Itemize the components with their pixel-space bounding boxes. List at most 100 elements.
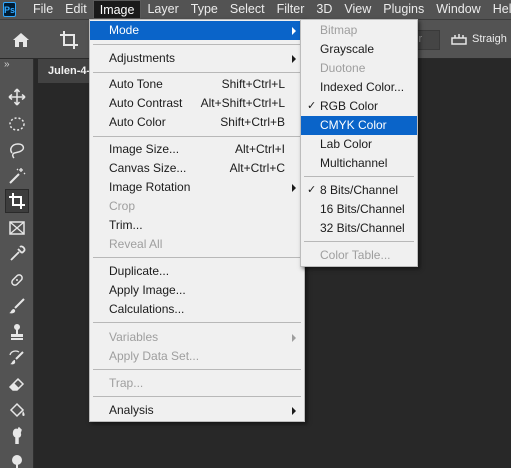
- eyedropper-icon[interactable]: [5, 242, 29, 266]
- magic-wand-icon[interactable]: [5, 164, 29, 188]
- menu-item-label: Crop: [109, 199, 136, 213]
- submenu-arrow-icon: [292, 407, 296, 415]
- checkmark-icon: ✓: [307, 100, 317, 112]
- menu-item-calculations[interactable]: Calculations...: [90, 300, 304, 319]
- menu-item-shortcut: Alt+Ctrl+I: [234, 142, 285, 156]
- menu-item-label: Apply Data Set...: [109, 349, 200, 363]
- menu-item-label: 32 Bits/Channel: [320, 221, 405, 235]
- submenu-arrow-icon: [292, 55, 296, 63]
- crop-tool-icon[interactable]: [5, 189, 29, 213]
- image-menu-dropdown: Mode Adjustments Auto Tone Shift+Ctrl+L …: [89, 19, 305, 422]
- menu-view[interactable]: View: [338, 0, 377, 19]
- menu-item-canvas-size[interactable]: Canvas Size... Alt+Ctrl+C: [90, 159, 304, 178]
- dodge-icon[interactable]: [5, 450, 29, 468]
- menu-item-label: Image Rotation: [109, 180, 191, 194]
- menu-item-label: Multichannel: [320, 156, 388, 170]
- menu-item-label: Adjustments: [109, 51, 176, 65]
- mode-item-grayscale[interactable]: Grayscale: [301, 40, 417, 59]
- brush-icon[interactable]: [5, 294, 29, 318]
- mode-item-multichannel[interactable]: Multichannel: [301, 154, 417, 173]
- mode-item-8-bits[interactable]: ✓ 8 Bits/Channel: [301, 181, 417, 200]
- menu-item-label: Canvas Size...: [109, 161, 187, 175]
- menu-item-shortcut: Alt+Ctrl+C: [229, 161, 285, 175]
- smudge-icon[interactable]: [5, 424, 29, 448]
- move-icon[interactable]: [5, 85, 29, 109]
- submenu-arrow-icon: [292, 334, 296, 342]
- menu-item-image-size[interactable]: Image Size... Alt+Ctrl+I: [90, 140, 304, 159]
- menu-item-label: Reveal All: [109, 237, 163, 251]
- menu-item-label: Auto Tone: [109, 77, 163, 91]
- menu-item-adjustments[interactable]: Adjustments: [90, 49, 304, 68]
- menu-item-shortcut: Shift+Ctrl+B: [220, 115, 285, 129]
- level-icon[interactable]: [450, 31, 468, 49]
- panel-collapse-icon[interactable]: »: [0, 59, 33, 75]
- menu-item-label: 16 Bits/Channel: [320, 202, 405, 216]
- menu-item-label: Calculations...: [109, 302, 185, 316]
- menu-item-label: RGB Color: [320, 99, 379, 113]
- mode-item-lab-color[interactable]: Lab Color: [301, 135, 417, 154]
- menu-item-auto-color[interactable]: Auto Color Shift+Ctrl+B: [90, 113, 304, 132]
- healing-brush-icon[interactable]: [5, 268, 29, 292]
- menu-item-apply-image[interactable]: Apply Image...: [90, 281, 304, 300]
- menu-item-duplicate[interactable]: Duplicate...: [90, 262, 304, 281]
- menu-image[interactable]: Image: [92, 0, 142, 19]
- menu-separator: [93, 257, 301, 258]
- menu-help[interactable]: Help: [487, 0, 511, 19]
- menu-edit[interactable]: Edit: [59, 0, 93, 19]
- menu-item-label: Lab Color: [320, 137, 373, 151]
- menu-window[interactable]: Window: [430, 0, 486, 19]
- straighten-label[interactable]: Straigh: [472, 33, 507, 45]
- mode-item-color-table: Color Table...: [301, 246, 417, 265]
- eraser-icon[interactable]: [5, 372, 29, 396]
- menu-type[interactable]: Type: [185, 0, 224, 19]
- submenu-arrow-icon: [292, 27, 296, 35]
- menu-item-label: CMYK Color: [320, 118, 387, 132]
- menu-separator: [93, 322, 301, 323]
- menu-file[interactable]: File: [27, 0, 59, 19]
- menu-item-image-rotation[interactable]: Image Rotation: [90, 178, 304, 197]
- menu-separator: [93, 44, 301, 45]
- menu-plugins[interactable]: Plugins: [377, 0, 430, 19]
- menu-item-trap: Trap...: [90, 374, 304, 393]
- home-icon[interactable]: [10, 29, 32, 51]
- menu-item-auto-contrast[interactable]: Auto Contrast Alt+Shift+Ctrl+L: [90, 94, 304, 113]
- mode-item-bitmap: Bitmap: [301, 21, 417, 40]
- tool-panel: »: [0, 59, 34, 468]
- menu-item-label: Variables: [109, 330, 159, 344]
- lasso-icon[interactable]: [5, 138, 29, 162]
- menu-item-label: Duotone: [320, 61, 366, 75]
- menu-item-analysis[interactable]: Analysis: [90, 401, 304, 420]
- checkmark-icon: ✓: [307, 184, 317, 196]
- menu-filter[interactable]: Filter: [271, 0, 311, 19]
- marquee-icon[interactable]: [5, 112, 29, 136]
- menu-item-label: Duplicate...: [109, 264, 170, 278]
- menu-separator: [93, 396, 301, 397]
- document-tab[interactable]: Julen-4-: [38, 59, 90, 83]
- menu-select[interactable]: Select: [224, 0, 271, 19]
- mode-submenu: Bitmap Grayscale Duotone Indexed Color..…: [300, 19, 418, 267]
- menu-item-auto-tone[interactable]: Auto Tone Shift+Ctrl+L: [90, 75, 304, 94]
- clone-stamp-icon[interactable]: [5, 320, 29, 344]
- mode-item-16-bits[interactable]: 16 Bits/Channel: [301, 200, 417, 219]
- menu-item-label: Auto Color: [109, 115, 166, 129]
- menu-item-trim[interactable]: Trim...: [90, 216, 304, 235]
- menu-item-mode[interactable]: Mode: [90, 21, 304, 40]
- history-brush-icon[interactable]: [5, 346, 29, 370]
- menu-item-variables: Variables: [90, 328, 304, 347]
- menu-item-label: Indexed Color...: [320, 80, 405, 94]
- frame-icon[interactable]: [5, 216, 29, 240]
- menu-item-shortcut: Alt+Shift+Ctrl+L: [200, 96, 285, 110]
- mode-item-rgb-color[interactable]: ✓ RGB Color: [301, 97, 417, 116]
- menu-3d[interactable]: 3D: [310, 0, 338, 19]
- mode-item-cmyk-color[interactable]: CMYK Color: [301, 116, 417, 135]
- submenu-arrow-icon: [292, 184, 296, 192]
- mode-item-32-bits[interactable]: 32 Bits/Channel: [301, 219, 417, 238]
- menu-item-apply-data-set: Apply Data Set...: [90, 347, 304, 366]
- menu-item-label: Trim...: [109, 218, 143, 232]
- paint-bucket-icon[interactable]: [5, 398, 29, 422]
- mode-item-duotone: Duotone: [301, 59, 417, 78]
- crop-icon[interactable]: [58, 29, 80, 51]
- mode-item-indexed-color[interactable]: Indexed Color...: [301, 78, 417, 97]
- menu-layer[interactable]: Layer: [141, 0, 184, 19]
- menu-item-label: Analysis: [109, 403, 154, 417]
